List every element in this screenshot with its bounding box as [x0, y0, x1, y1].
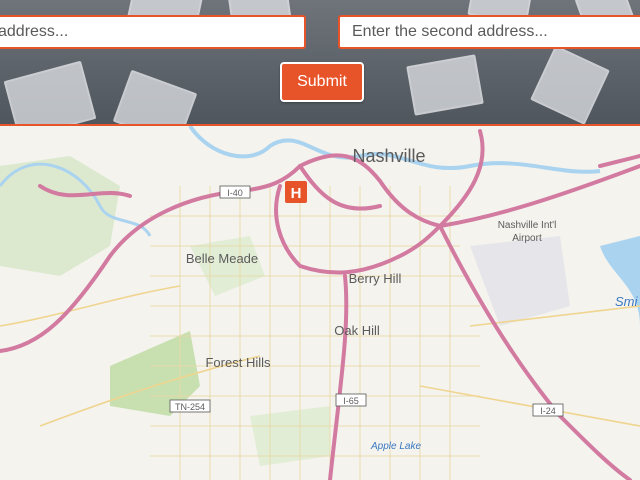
- city-label-nashville: Nashville: [352, 146, 425, 166]
- highway-shield-i40: I-40: [219, 185, 251, 199]
- place-label-smith: Smi: [615, 294, 639, 309]
- place-label-belle-meade: Belle Meade: [186, 251, 258, 266]
- place-label-apple-lake: Apple Lake: [370, 441, 421, 452]
- highway-shield-tn254: TN-254: [169, 399, 211, 413]
- park-area: [250, 406, 330, 466]
- airport-label: Nashville Int'l: [498, 220, 557, 231]
- svg-text:I-24: I-24: [540, 406, 556, 416]
- airport-label: Airport: [512, 233, 542, 244]
- second-address-input[interactable]: [338, 15, 640, 49]
- map-canvas[interactable]: I-40 I-65 I-24 TN-254 H Nashville Nashvi…: [0, 126, 640, 480]
- highway-shield-i24: I-24: [532, 403, 564, 417]
- place-label-forest-hills: Forest Hills: [205, 355, 271, 370]
- hospital-icon[interactable]: H: [285, 181, 307, 203]
- map-view[interactable]: I-40 I-65 I-24 TN-254 H Nashville Nashvi…: [0, 126, 640, 480]
- svg-text:I-40: I-40: [227, 188, 243, 198]
- highway-shield-i65: I-65: [335, 393, 367, 407]
- svg-text:TN-254: TN-254: [175, 402, 205, 412]
- svg-text:I-65: I-65: [343, 396, 359, 406]
- place-label-oak-hill: Oak Hill: [334, 323, 380, 338]
- place-label-berry-hill: Berry Hill: [349, 271, 402, 286]
- first-address-input[interactable]: [0, 15, 306, 49]
- svg-text:H: H: [291, 185, 302, 202]
- submit-button[interactable]: Submit: [280, 62, 364, 102]
